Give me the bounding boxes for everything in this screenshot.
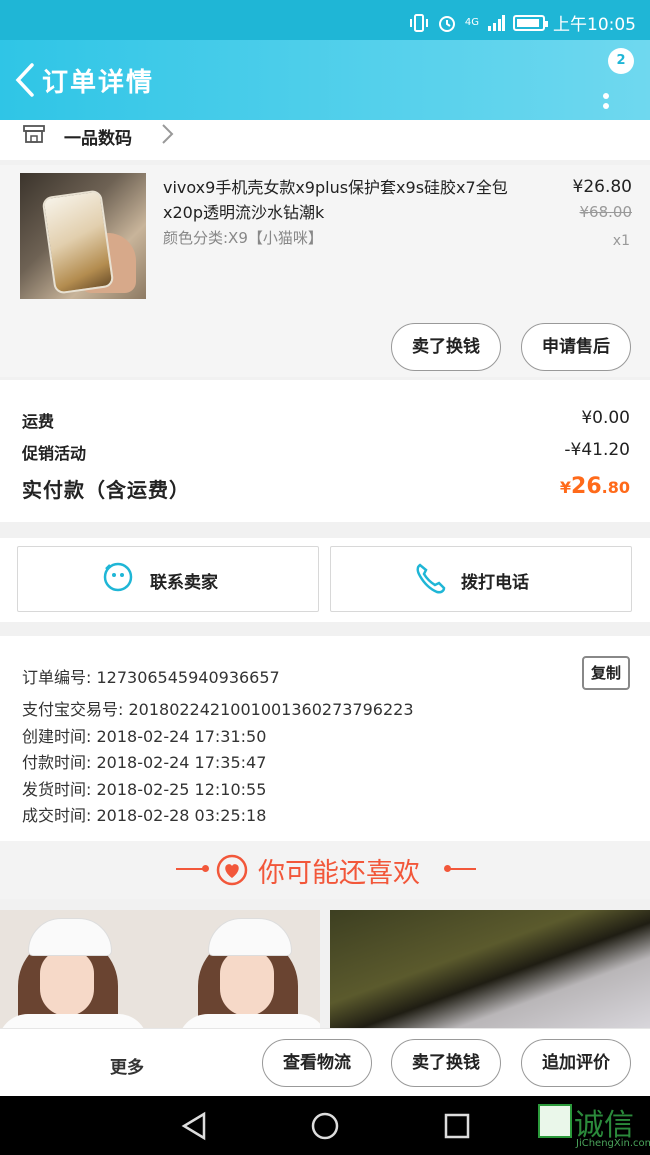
order-number: 订单编号: 127306545940936657 <box>22 668 280 687</box>
contact-section: 联系卖家 拨打电话 <box>0 538 650 622</box>
shipping-value: ¥0.00 <box>581 408 630 428</box>
total-dec: .80 <box>601 478 630 497</box>
signal-label: 4G <box>464 17 479 28</box>
product-original-price: ¥68.00 <box>579 203 633 221</box>
contact-seller-button[interactable]: 联系卖家 <box>17 546 319 612</box>
shop-name: 一品数码 <box>64 129 132 149</box>
heart-icon <box>216 854 248 886</box>
total-prefix: ¥ <box>559 478 572 497</box>
recommend-title: 你可能还喜欢 <box>258 858 420 889</box>
more-button[interactable]: 更多 <box>110 1053 144 1078</box>
product-quantity: x1 <box>612 233 630 249</box>
status-time: 上午10:05 <box>553 15 636 35</box>
call-button[interactable]: 拨打电话 <box>330 546 632 612</box>
status-bar: 4G 上午10:05 <box>0 0 650 40</box>
model-right <box>178 914 320 1028</box>
paid-time: 付款时间: 2018-02-24 17:35:47 <box>22 753 267 772</box>
order-details: 订单编号: 127306545940936657 复制 支付宝交易号: 2018… <box>0 636 650 841</box>
after-sale-button[interactable]: 申请售后 <box>521 323 631 371</box>
promo-label: 促销活动 <box>22 444 87 463</box>
decor-line-right <box>446 868 476 870</box>
price-summary: 运费 ¥0.00 促销活动 -¥41.20 实付款（含运费） ¥26.80 <box>0 380 650 522</box>
product-thumbnail[interactable] <box>20 173 146 299</box>
shipped-time: 发货时间: 2018-02-25 12:10:55 <box>22 780 267 799</box>
product-title: vivox9手机壳女款x9plus保护套x9s硅胶x7全包x20p透明流沙水钻潮… <box>163 178 508 222</box>
vibrate-icon <box>409 13 428 32</box>
back-arrow-icon[interactable] <box>14 62 36 98</box>
notification-badge: 2 <box>608 48 634 74</box>
review-button[interactable]: 追加评价 <box>521 1039 631 1087</box>
nav-home-icon[interactable] <box>309 1110 341 1142</box>
contact-seller-label: 联系卖家 <box>150 573 218 593</box>
chat-face-icon <box>103 562 133 592</box>
shop-icon <box>23 125 45 143</box>
watermark-logo-icon <box>538 1104 572 1138</box>
app-bar: 订单详情 2 <box>0 40 650 120</box>
product-spec: 颜色分类:X9【小猫咪】 <box>163 229 323 247</box>
model-left <box>0 914 148 1028</box>
promo-value: -¥41.20 <box>564 440 630 460</box>
call-label: 拨打电话 <box>461 573 529 593</box>
nav-recents-icon[interactable] <box>441 1110 473 1142</box>
created-time: 创建时间: 2018-02-24 17:31:50 <box>22 727 267 746</box>
logistics-button[interactable]: 查看物流 <box>262 1039 372 1087</box>
signal-icon <box>488 14 505 31</box>
product-item[interactable]: vivox9手机壳女款x9plus保护套x9s硅胶x7全包x20p透明流沙水钻潮… <box>0 165 650 377</box>
nav-back-icon[interactable] <box>178 1110 210 1142</box>
phone-icon <box>416 563 446 594</box>
recommend-header: 你可能还喜欢 <box>0 841 650 899</box>
sell-button-bottom[interactable]: 卖了换钱 <box>391 1039 501 1087</box>
total-int: 26 <box>571 474 602 499</box>
bottom-action-bar: 更多 查看物流 卖了换钱 追加评价 <box>0 1028 650 1096</box>
shipping-label: 运费 <box>22 412 55 431</box>
thumbnail-phone-case <box>41 189 115 295</box>
copy-button[interactable]: 复制 <box>582 656 630 690</box>
shop-row[interactable]: 一品数码 <box>0 120 650 160</box>
total-label: 实付款（含运费） <box>22 478 190 502</box>
total-value: ¥26.80 <box>560 474 630 499</box>
recommend-item-image[interactable] <box>330 910 650 1028</box>
battery-icon <box>513 14 548 31</box>
watermark: 诚信 JiChengXin.com <box>532 1100 650 1155</box>
alarm-icon <box>438 15 455 32</box>
recommend-item-image[interactable] <box>0 910 320 1028</box>
sell-button[interactable]: 卖了换钱 <box>391 323 501 371</box>
alipay-number: 支付宝交易号: 2018022421001001360273796223 <box>22 700 414 719</box>
page-title: 订单详情 <box>42 68 155 98</box>
decor-dot-left <box>202 865 209 872</box>
chevron-right-icon <box>162 124 174 144</box>
product-price: ¥26.80 <box>572 177 632 197</box>
completed-time: 成交时间: 2018-02-28 03:25:18 <box>22 806 267 825</box>
watermark-sub: JiChengXin.com <box>576 1138 650 1149</box>
status-icons: 4G 上午10:05 <box>409 10 636 35</box>
